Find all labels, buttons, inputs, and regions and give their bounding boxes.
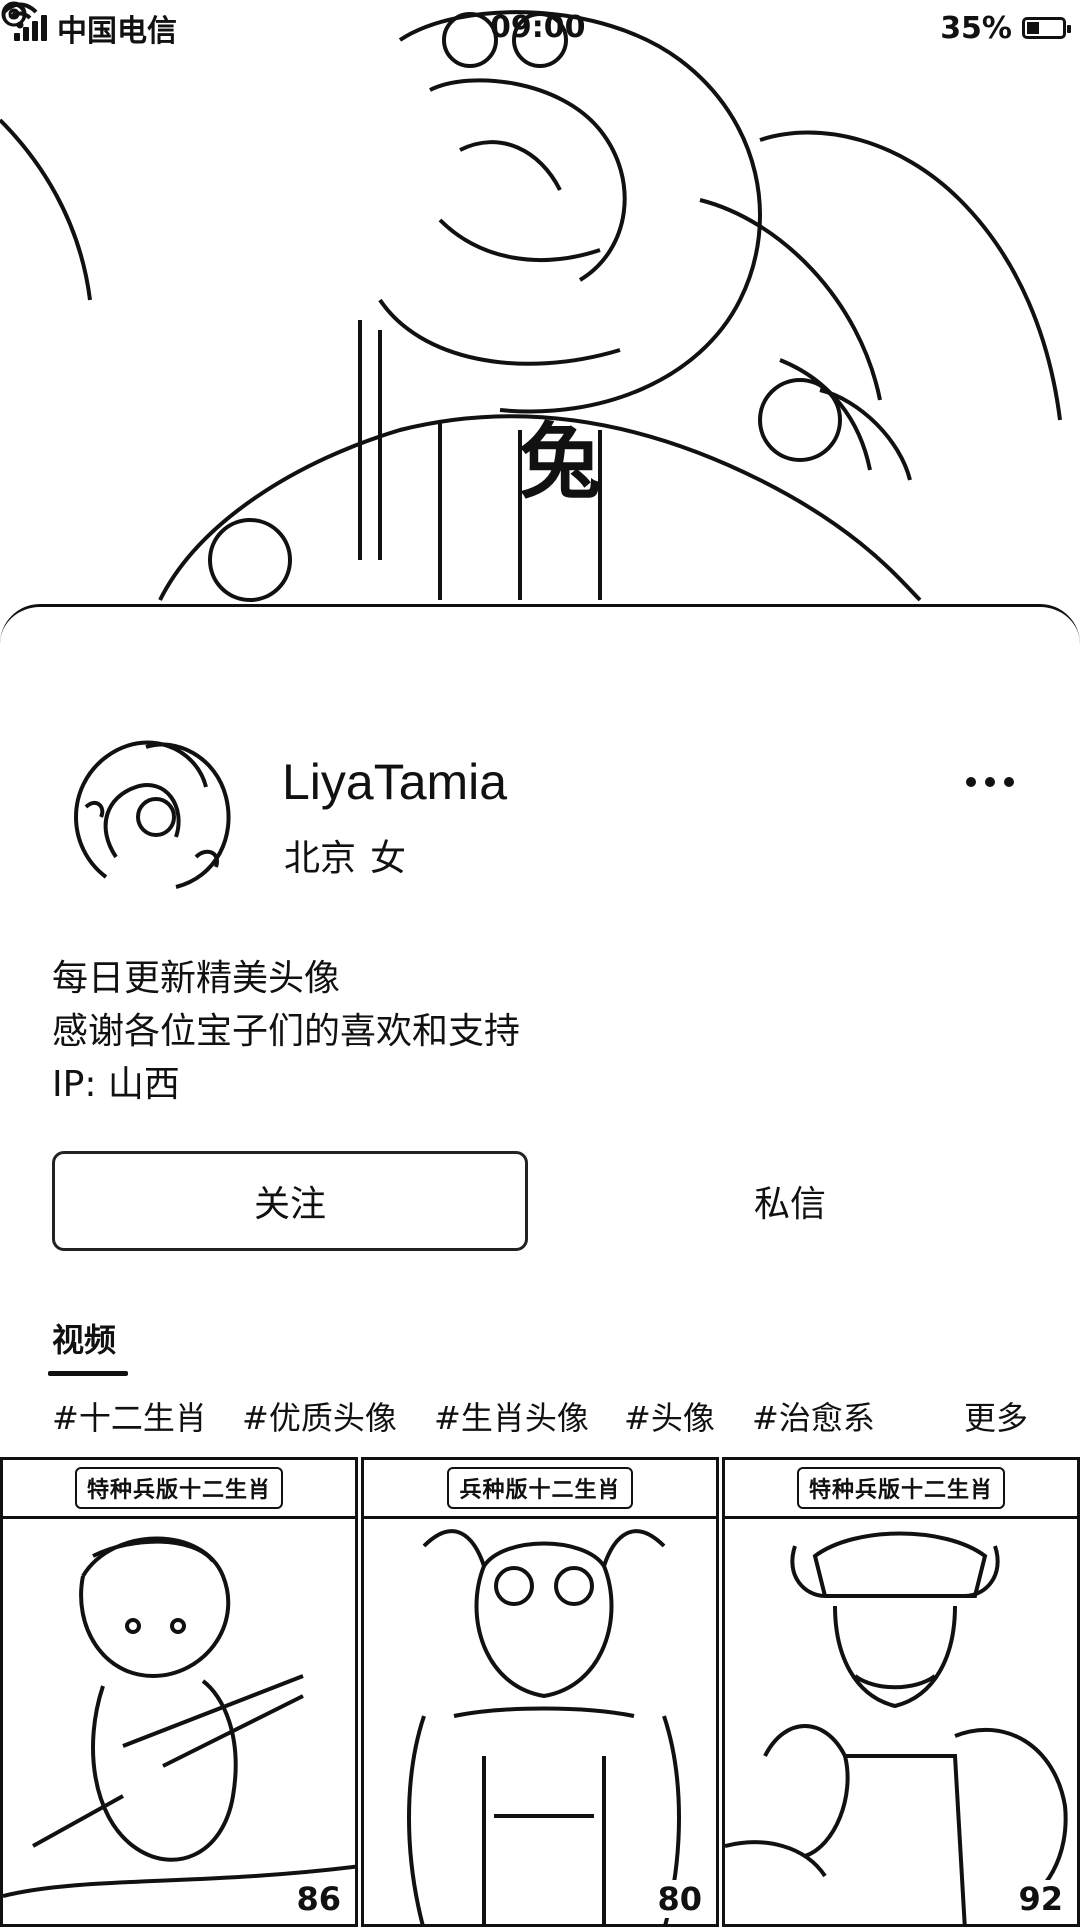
- ip-location: IP: 山西: [52, 1064, 180, 1105]
- video-title: 特种兵版十二生肖: [74, 1467, 283, 1509]
- video-tile-header: 兵种版十二生肖: [364, 1460, 716, 1519]
- more-dot-icon: [966, 777, 976, 787]
- tag-chip[interactable]: #治愈系: [752, 1393, 875, 1439]
- video-thumbnail: [407, 1529, 681, 1924]
- likes-number: 92: [1018, 1880, 1063, 1918]
- more-dot-icon: [1004, 777, 1014, 787]
- battery-level: [1027, 22, 1039, 34]
- video-thumbnail: [3, 1536, 355, 1898]
- tag-chip[interactable]: #头像: [624, 1393, 715, 1439]
- video-grid: 特种兵版十二生肖 86 兵种版十二生肖 80 特种兵版十二生肖 92: [0, 1457, 1080, 1927]
- video-tile[interactable]: 兵种版十二生肖 80: [361, 1457, 719, 1927]
- city-label: 北京: [284, 838, 357, 879]
- video-tile-header: 特种兵版十二生肖: [725, 1460, 1077, 1519]
- battery-percent: 35%: [940, 10, 1012, 46]
- gender-label: 女: [370, 838, 407, 879]
- likes-number: 80: [657, 1880, 702, 1918]
- status-bar: 中国电信 35%: [0, 0, 1080, 56]
- tab-videos[interactable]: 视频: [52, 1315, 116, 1361]
- profile-card: LiyaTamia 北京 女 每日更新精美头像 感谢各位宝子们的喜欢和支持 IP…: [0, 604, 1080, 1927]
- battery-icon: [1022, 17, 1071, 39]
- tag-chip[interactable]: #十二生肖: [52, 1393, 207, 1439]
- more-options-button[interactable]: [966, 767, 1030, 797]
- message-button[interactable]: 私信: [552, 1151, 1028, 1251]
- likes-number: 86: [296, 1880, 341, 1918]
- tag-chip[interactable]: #生肖头像: [434, 1393, 589, 1439]
- bio: 每日更新精美头像 感谢各位宝子们的喜欢和支持 IP: 山西: [52, 952, 520, 1111]
- video-tile[interactable]: 特种兵版十二生肖 92: [722, 1457, 1080, 1927]
- more-tags-button[interactable]: 更多: [964, 1393, 1028, 1439]
- avatar[interactable]: [46, 707, 252, 913]
- video-title: 特种兵版十二生肖: [796, 1467, 1005, 1509]
- bio-line: 每日更新精美头像: [52, 958, 341, 999]
- banner-illustration: 兔: [0, 10, 1062, 602]
- profile-meta: 北京 女: [284, 829, 406, 881]
- bio-line: 感谢各位宝子们的喜欢和支持: [52, 1011, 521, 1052]
- tab-active-indicator: [48, 1371, 128, 1376]
- likes-count: 92: [1014, 1880, 1067, 1918]
- tag-chip[interactable]: #优质头像: [242, 1393, 397, 1439]
- video-title: 兵种版十二生肖: [447, 1467, 633, 1509]
- profile-banner: 兔 中国电信 35% 09:00: [0, 0, 1080, 640]
- follow-button[interactable]: 关注: [52, 1151, 528, 1251]
- video-tile-header: 特种兵版十二生肖: [3, 1460, 355, 1519]
- more-dot-icon: [985, 777, 995, 787]
- likes-count: 80: [653, 1880, 706, 1918]
- alarm-icon: [2, 3, 26, 27]
- banner-overlay-text: 兔: [519, 415, 601, 510]
- username: LiyaTamia: [282, 754, 508, 810]
- carrier-label: 中国电信: [57, 14, 177, 49]
- likes-count: 86: [292, 1880, 345, 1918]
- avatar-dragon-image: [74, 740, 231, 889]
- video-tile[interactable]: 特种兵版十二生肖 86: [0, 1457, 358, 1927]
- video-thumbnail: [725, 1531, 1068, 1924]
- tag-bar: #十二生肖 #优质头像 #生肖头像 #头像 #治愈系 更多: [52, 1393, 1032, 1443]
